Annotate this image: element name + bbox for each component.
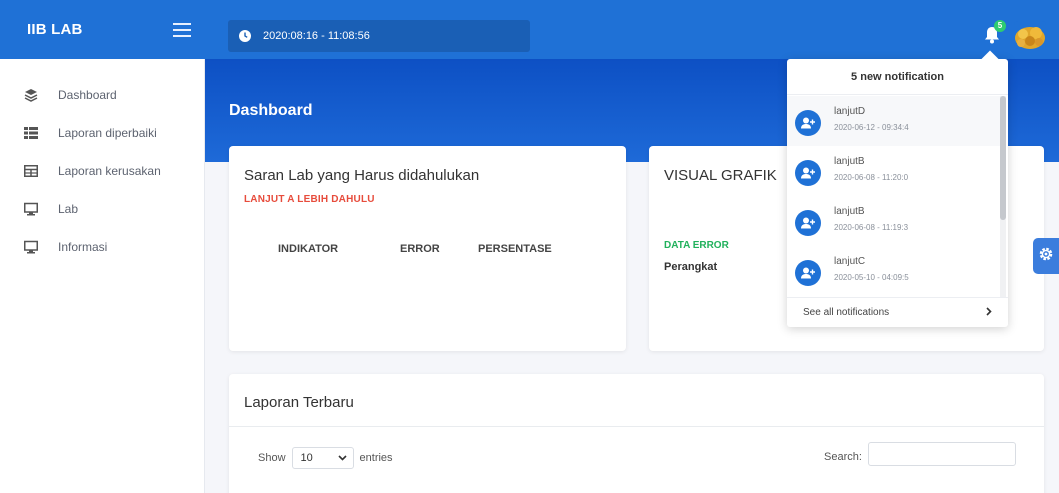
notification-time: 2020-06-12 - 09:34:4	[834, 123, 909, 132]
notification-name: lanjutB	[834, 206, 865, 217]
sidebar-item-label: Informasi	[58, 240, 108, 254]
clock-icon	[239, 30, 251, 42]
column-header-persentase[interactable]: PERSENTASE	[478, 243, 552, 255]
sidebar: Dashboard Laporan diperbaiki Laporan ker…	[0, 59, 205, 493]
monitor-icon	[24, 240, 38, 254]
scrollbar-thumb[interactable]	[1000, 96, 1006, 220]
list-icon	[24, 126, 38, 140]
show-label: Show	[258, 452, 286, 464]
see-all-notifications-link[interactable]: See all notifications	[787, 297, 1008, 327]
card-title: Laporan Terbaru	[244, 394, 354, 411]
card-title: Saran Lab yang Harus didahulukan	[244, 167, 480, 184]
notification-header: 5 new notification	[787, 59, 1008, 95]
page-title: Dashboard	[229, 102, 313, 119]
sidebar-item-dashboard[interactable]: Dashboard	[0, 76, 204, 114]
card-subtitle: DATA ERROR	[664, 240, 729, 251]
search-label: Search:	[824, 451, 862, 463]
sidebar-item-label: Dashboard	[58, 88, 117, 102]
gear-icon	[1038, 246, 1054, 267]
chevron-down-icon	[337, 452, 347, 464]
entries-control: Show 10 entries	[258, 447, 393, 469]
layers-icon	[24, 88, 38, 102]
notification-item[interactable]: lanjutB 2020-06-08 - 11:19:3	[787, 196, 1000, 246]
notification-item[interactable]: lanjutD 2020-06-12 - 09:34:4	[787, 96, 1000, 146]
entries-select[interactable]: 10	[291, 447, 354, 469]
card-title: VISUAL GRAFIK	[664, 167, 777, 184]
notification-item[interactable]: lanjutC 2020-05-10 - 04:09:5	[787, 246, 1000, 296]
notification-badge: 5	[994, 20, 1006, 32]
chevron-right-icon	[986, 306, 992, 319]
add-user-icon	[795, 210, 821, 236]
notification-time: 2020-05-10 - 04:09:5	[834, 273, 909, 282]
card-subtitle: LANJUT A LEBIH DAHULU	[244, 194, 375, 205]
divider	[229, 426, 1044, 427]
settings-toggle[interactable]	[1033, 238, 1059, 274]
add-user-icon	[795, 260, 821, 286]
laporan-terbaru-card: Laporan Terbaru Show 10 entries Search:	[229, 374, 1044, 493]
sidebar-item-label: Laporan kerusakan	[58, 164, 161, 178]
sidebar-item-laporan-kerusakan[interactable]: Laporan kerusakan	[0, 152, 204, 190]
sidebar-item-label: Lab	[58, 202, 79, 216]
notification-name: lanjutD	[834, 106, 866, 117]
notification-list: lanjutD 2020-06-12 - 09:34:4 lanjutB 202…	[787, 96, 1000, 297]
column-header-error[interactable]: ERROR	[400, 243, 440, 255]
sidebar-item-label: Laporan diperbaiki	[58, 126, 157, 140]
sidebar-item-lab[interactable]: Lab	[0, 190, 204, 228]
brand-bar: IIB LAB	[0, 0, 205, 59]
notification-name: lanjutB	[834, 156, 865, 167]
avatar[interactable]	[1014, 21, 1046, 49]
notification-name: lanjutC	[834, 256, 866, 267]
notification-time: 2020-06-08 - 11:20:0	[834, 173, 909, 182]
add-user-icon	[795, 110, 821, 136]
datetime-display: 2020:08:16 - 11:08:56	[228, 20, 530, 52]
saran-lab-card: Saran Lab yang Harus didahulukan LANJUT …	[229, 146, 626, 351]
search-input[interactable]	[868, 442, 1016, 466]
hamburger-menu-icon[interactable]	[173, 22, 191, 37]
entries-label: entries	[359, 452, 393, 464]
notification-bell-icon[interactable]: 5	[984, 20, 1006, 44]
notification-scrollbar[interactable]	[1000, 96, 1006, 297]
entries-value: 10	[300, 452, 313, 464]
add-user-icon	[795, 160, 821, 186]
notification-item[interactable]: lanjutB 2020-06-08 - 11:20:0	[787, 146, 1000, 196]
datetime-text: 2020:08:16 - 11:08:56	[263, 30, 370, 42]
table-icon	[24, 164, 38, 178]
sidebar-item-informasi[interactable]: Informasi	[0, 228, 204, 266]
column-header-indikator[interactable]: INDIKATOR	[278, 243, 338, 255]
monitor-icon	[24, 202, 38, 216]
topbar: 2020:08:16 - 11:08:56 5	[205, 0, 1059, 59]
sidebar-item-laporan-diperbaiki[interactable]: Laporan diperbaiki	[0, 114, 204, 152]
brand-name[interactable]: IIB LAB	[27, 21, 83, 38]
notification-time: 2020-06-08 - 11:19:3	[834, 223, 909, 232]
notification-dropdown: 5 new notification lanjutD 2020-06-12 - …	[787, 59, 1008, 327]
see-all-label: See all notifications	[803, 307, 890, 318]
card-label: Perangkat	[664, 261, 718, 273]
